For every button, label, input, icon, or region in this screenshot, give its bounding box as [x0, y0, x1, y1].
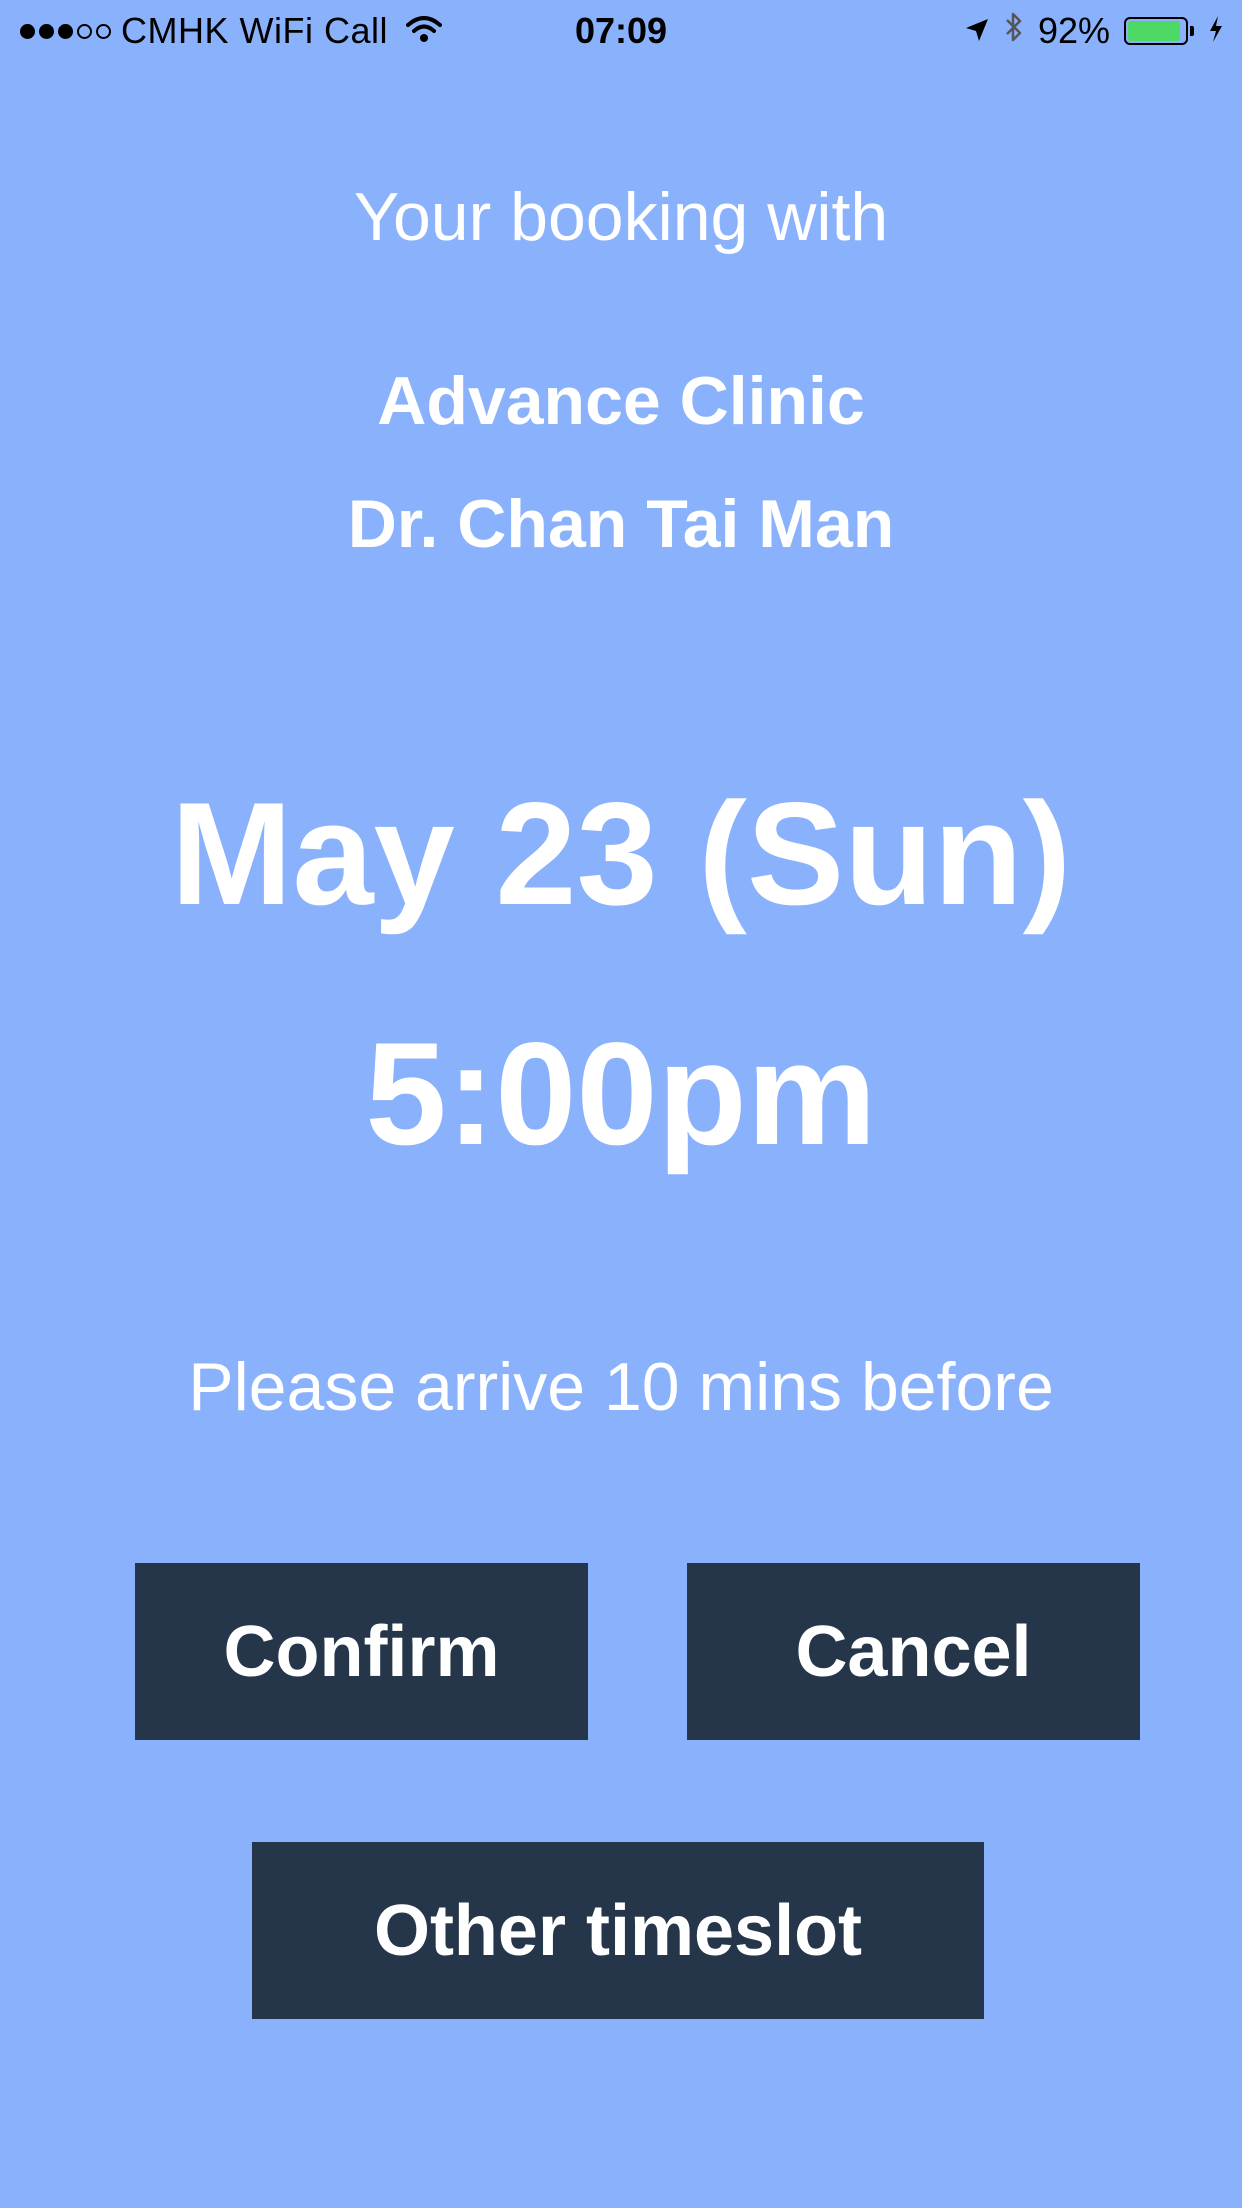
booking-date: May 23 (Sun) — [170, 772, 1072, 935]
arrival-note: Please arrive 10 mins before — [188, 1349, 1054, 1425]
booking-intro: Your booking with — [353, 179, 889, 255]
location-arrow-icon — [964, 10, 990, 52]
bluetooth-icon — [1004, 10, 1024, 52]
clinic-name: Advance Clinic — [377, 363, 865, 439]
battery-fill — [1128, 21, 1180, 41]
status-bar-right: 92% — [950, 10, 1224, 52]
battery-tip — [1190, 26, 1194, 36]
booking-time: 5:00pm — [365, 1012, 877, 1175]
status-bar: CMHK WiFi Call 07:09 92% — [0, 0, 1242, 60]
charging-bolt-icon — [1208, 10, 1224, 52]
confirm-button[interactable]: Confirm — [135, 1563, 588, 1740]
cancel-button[interactable]: Cancel — [687, 1563, 1140, 1740]
doctor-name: Dr. Chan Tai Man — [347, 486, 895, 562]
other-timeslot-button[interactable]: Other timeslot — [252, 1842, 984, 2019]
battery-percent: 92% — [1037, 10, 1110, 51]
battery-icon — [1124, 17, 1188, 45]
